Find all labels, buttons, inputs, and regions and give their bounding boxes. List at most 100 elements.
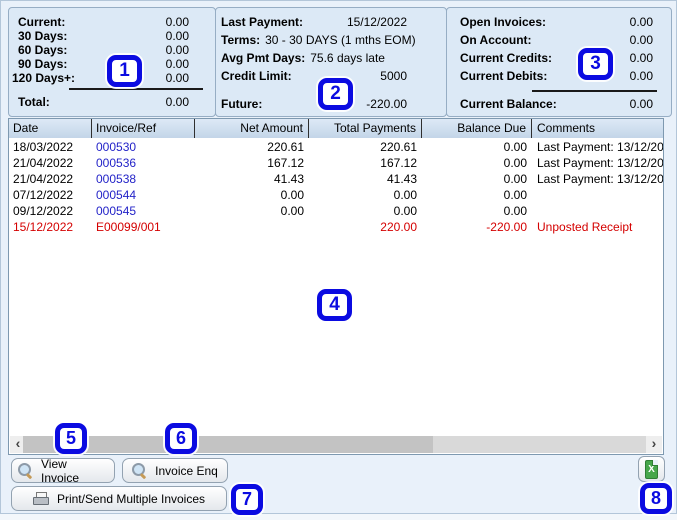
aging-label: 120 Days+: bbox=[12, 71, 75, 86]
credit-limit-label: Credit Limit: bbox=[221, 69, 292, 84]
invoice-balance-due: 0.00 bbox=[422, 139, 532, 155]
balance-label: Open Invoices: bbox=[460, 15, 546, 30]
last-payment-label: Last Payment: bbox=[221, 15, 303, 30]
balance-label: On Account: bbox=[460, 33, 532, 48]
aging-total-label: Total: bbox=[18, 95, 50, 110]
invoice-comments: Last Payment: 13/12/2022 bbox=[532, 155, 663, 171]
invoice-enq-label: Invoice Enq bbox=[155, 464, 218, 478]
invoice-row[interactable]: 21/04/2022 000538 41.43 41.43 0.00 Last … bbox=[9, 171, 663, 187]
callout-4: 4 bbox=[317, 289, 352, 321]
aging-total-value: 0.00 bbox=[166, 95, 189, 110]
current-balance-label: Current Balance: bbox=[460, 97, 557, 112]
last-payment-value: 15/12/2022 bbox=[347, 15, 407, 30]
excel-icon: X bbox=[645, 460, 658, 479]
column-header-comments: Comments bbox=[532, 119, 663, 138]
invoice-table-header: Date Invoice/Ref Net Amount Total Paymen… bbox=[9, 119, 663, 138]
balance-row: Current Debits: 0.00 bbox=[447, 69, 671, 84]
aging-label: Current: bbox=[18, 15, 65, 30]
aging-value: 0.00 bbox=[166, 29, 189, 44]
invoice-total-payments: 167.12 bbox=[309, 155, 422, 171]
export-to-excel-button[interactable]: X bbox=[638, 456, 665, 482]
credit-limit-value: 5000 bbox=[380, 69, 407, 84]
current-balance-value: 0.00 bbox=[630, 97, 653, 112]
print-send-multiple-invoices-button[interactable]: Print/Send Multiple Invoices bbox=[11, 486, 227, 511]
invoice-row[interactable]: 18/03/2022 000530 220.61 220.61 0.00 Las… bbox=[9, 139, 663, 155]
scroll-right-icon[interactable]: › bbox=[646, 436, 662, 453]
invoice-date: 15/12/2022 bbox=[9, 219, 92, 235]
aging-label: 30 Days: bbox=[18, 29, 67, 44]
balance-label: Current Debits: bbox=[460, 69, 547, 84]
callout-3: 3 bbox=[578, 48, 613, 80]
terms-row: Terms: 30 - 30 DAYS (1 mths EOM) bbox=[221, 33, 442, 48]
balance-row: Open Invoices:0.00 bbox=[447, 15, 671, 30]
current-balance-row: Current Balance: 0.00 bbox=[447, 97, 671, 112]
invoice-ref-link[interactable]: E00099/001 bbox=[96, 220, 161, 234]
column-header-total-payments: Total Payments bbox=[309, 119, 422, 138]
aging-label: 60 Days: bbox=[18, 43, 67, 58]
balance-value: 0.00 bbox=[630, 69, 653, 84]
invoice-comments: Last Payment: 13/12/2022 bbox=[532, 171, 663, 187]
aging-row: Current:0.00 bbox=[9, 15, 215, 30]
invoice-total-payments: 0.00 bbox=[309, 187, 422, 203]
balance-label: Current Credits: bbox=[460, 51, 552, 66]
invoice-net-amount: 220.61 bbox=[195, 139, 309, 155]
invoice-row[interactable]: 21/04/2022 000536 167.12 167.12 0.00 Las… bbox=[9, 155, 663, 171]
invoice-balance-due: 0.00 bbox=[422, 171, 532, 187]
invoice-row[interactable]: 07/12/2022 000544 0.00 0.00 0.00 bbox=[9, 187, 663, 203]
invoice-date: 21/04/2022 bbox=[9, 171, 92, 187]
terms-label: Terms: bbox=[221, 33, 260, 47]
invoice-date: 09/12/2022 bbox=[9, 203, 92, 219]
invoice-comments bbox=[532, 203, 663, 219]
view-invoice-button[interactable]: View Invoice bbox=[11, 458, 115, 483]
invoice-balance-due: -220.00 bbox=[422, 219, 532, 235]
invoice-total-payments: 41.43 bbox=[309, 171, 422, 187]
avg-pmt-days-label: Avg Pmt Days: bbox=[221, 51, 305, 65]
view-invoice-label: View Invoice bbox=[41, 457, 108, 485]
customer-account-window: Current:0.00 30 Days:0.00 60 Days:0.00 9… bbox=[0, 0, 677, 514]
magnifier-icon bbox=[132, 463, 147, 478]
invoice-net-amount: 0.00 bbox=[195, 203, 309, 219]
aging-value: 0.00 bbox=[166, 57, 189, 72]
invoice-comments: Unposted Receipt bbox=[532, 219, 663, 235]
horizontal-scrollbar[interactable]: ‹ › bbox=[10, 436, 662, 453]
balance-total-divider bbox=[532, 90, 657, 92]
avg-pmt-days-row: Avg Pmt Days: 75.6 days late bbox=[221, 51, 442, 66]
invoice-balance-due: 0.00 bbox=[422, 155, 532, 171]
callout-6: 6 bbox=[165, 423, 197, 454]
invoice-row[interactable]: 09/12/2022 000545 0.00 0.00 0.00 bbox=[9, 203, 663, 219]
invoice-total-payments: 220.00 bbox=[309, 219, 422, 235]
aging-value: 0.00 bbox=[166, 71, 189, 86]
terms-value: 30 - 30 DAYS (1 mths EOM) bbox=[265, 33, 416, 47]
aging-total-divider bbox=[69, 88, 203, 90]
invoice-comments bbox=[532, 187, 663, 203]
invoice-enq-button[interactable]: Invoice Enq bbox=[122, 458, 228, 483]
future-value: -220.00 bbox=[366, 97, 407, 112]
aging-value: 0.00 bbox=[166, 43, 189, 58]
balance-row: On Account: 0.00 bbox=[447, 33, 671, 48]
invoice-date: 18/03/2022 bbox=[9, 139, 92, 155]
unposted-receipt-row[interactable]: 15/12/2022 E00099/001 220.00 -220.00 Unp… bbox=[9, 219, 663, 235]
aging-total-row: Total: 0.00 bbox=[9, 95, 215, 110]
invoice-net-amount: 41.43 bbox=[195, 171, 309, 187]
future-label: Future: bbox=[221, 97, 262, 112]
invoice-total-payments: 220.61 bbox=[309, 139, 422, 155]
invoice-ref-link[interactable]: 000544 bbox=[96, 188, 136, 202]
balance-value: 0.00 bbox=[630, 33, 653, 48]
invoice-ref-link[interactable]: 000545 bbox=[96, 204, 136, 218]
balances-panel: Open Invoices:0.00 On Account:0.00 Curre… bbox=[446, 7, 672, 117]
invoice-ref-link[interactable]: 000538 bbox=[96, 172, 136, 186]
invoice-table: Date Invoice/Ref Net Amount Total Paymen… bbox=[8, 118, 664, 455]
print-send-label: Print/Send Multiple Invoices bbox=[57, 492, 205, 506]
invoice-ref-link[interactable]: 000530 bbox=[96, 140, 136, 154]
invoice-ref-link[interactable]: 000536 bbox=[96, 156, 136, 170]
callout-5: 5 bbox=[55, 423, 87, 454]
column-header-balance-due: Balance Due bbox=[422, 119, 532, 138]
avg-pmt-days-value: 75.6 days late bbox=[310, 51, 385, 65]
invoice-comments: Last Payment: 13/12/2022 bbox=[532, 139, 663, 155]
balance-row: Current Credits: 0.00 bbox=[447, 51, 671, 66]
callout-8: 8 bbox=[640, 483, 672, 514]
balance-value: 0.00 bbox=[630, 51, 653, 66]
last-payment-row: Last Payment: 15/12/2022 bbox=[216, 15, 446, 30]
callout-2: 2 bbox=[318, 78, 353, 110]
aging-row: 30 Days: 0.00 bbox=[9, 29, 215, 44]
